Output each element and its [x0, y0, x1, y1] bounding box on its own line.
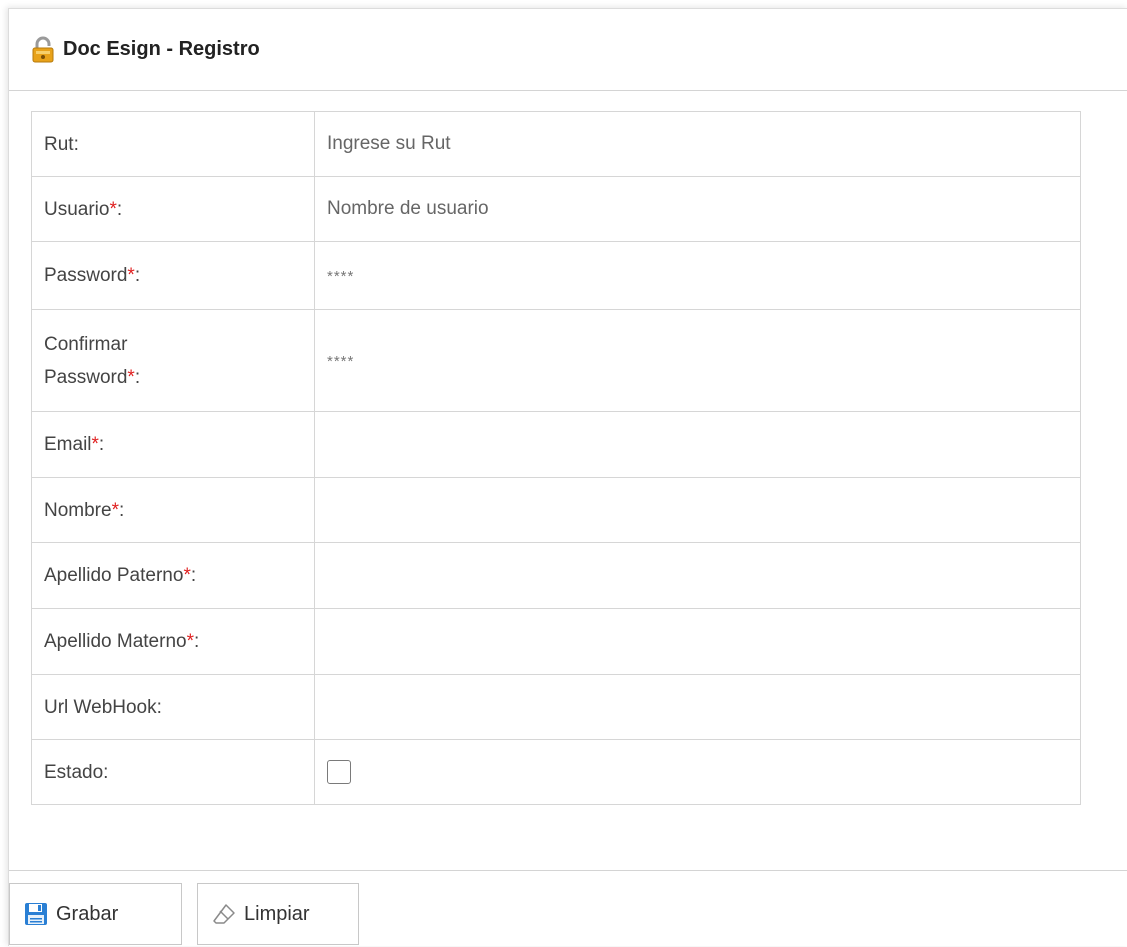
confirm-password-input[interactable]: **** [314, 309, 1081, 412]
label-url-webhook: Url WebHook: [31, 674, 315, 740]
form-row-apellido-paterno: Apellido Paterno*: [31, 542, 1081, 609]
usuario-placeholder: Nombre de usuario [327, 198, 489, 219]
nombre-input[interactable] [314, 477, 1081, 543]
panel-header: Doc Esign - Registro [9, 9, 1127, 91]
form-row-password: Password*: **** [31, 241, 1081, 310]
save-button-label: Grabar [56, 902, 119, 925]
rut-input[interactable]: Ingrese su Rut [314, 111, 1081, 177]
label-confirm-password: Confirmar Password*: [31, 309, 315, 412]
panel-title: Doc Esign - Registro [63, 38, 260, 60]
url-webhook-input[interactable] [314, 674, 1081, 740]
label-rut: Rut: [31, 111, 315, 177]
clear-button[interactable]: Limpiar [197, 883, 359, 945]
registration-form: Rut: Ingrese su Rut Usuario*: Nombre de … [31, 111, 1081, 805]
usuario-input[interactable]: Nombre de usuario [314, 176, 1081, 242]
form-row-rut: Rut: Ingrese su Rut [31, 111, 1081, 177]
password-placeholder: **** [327, 267, 355, 285]
apellido-materno-input[interactable] [314, 608, 1081, 675]
label-estado: Estado: [31, 739, 315, 805]
apellido-paterno-input[interactable] [314, 542, 1081, 609]
label-apellido-materno: Apellido Materno*: [31, 608, 315, 675]
rut-placeholder: Ingrese su Rut [327, 133, 451, 154]
form-row-url-webhook: Url WebHook: [31, 674, 1081, 740]
eraser-icon [213, 904, 235, 924]
confirm-password-placeholder: **** [327, 352, 355, 370]
label-email: Email*: [31, 411, 315, 478]
panel-footer: Grabar Limpiar [9, 870, 1127, 947]
label-apellido-paterno: Apellido Paterno*: [31, 542, 315, 609]
label-password: Password*: [31, 241, 315, 310]
estado-checkbox[interactable] [327, 760, 351, 784]
floppy-disk-icon [25, 903, 47, 925]
form-row-estado: Estado: [31, 739, 1081, 805]
form-row-usuario: Usuario*: Nombre de usuario [31, 176, 1081, 242]
form-row-email: Email*: [31, 411, 1081, 478]
lock-icon [31, 36, 55, 64]
form-row-nombre: Nombre*: [31, 477, 1081, 543]
label-nombre: Nombre*: [31, 477, 315, 543]
label-usuario: Usuario*: [31, 176, 315, 242]
form-row-apellido-materno: Apellido Materno*: [31, 608, 1081, 675]
clear-button-label: Limpiar [244, 902, 310, 925]
password-input[interactable]: **** [314, 241, 1081, 310]
registration-panel: Doc Esign - Registro Rut: Ingrese su Rut… [8, 8, 1127, 946]
save-button[interactable]: Grabar [9, 883, 182, 945]
estado-cell [314, 739, 1081, 805]
email-input[interactable] [314, 411, 1081, 478]
form-row-confirm-password: Confirmar Password*: **** [31, 309, 1081, 412]
